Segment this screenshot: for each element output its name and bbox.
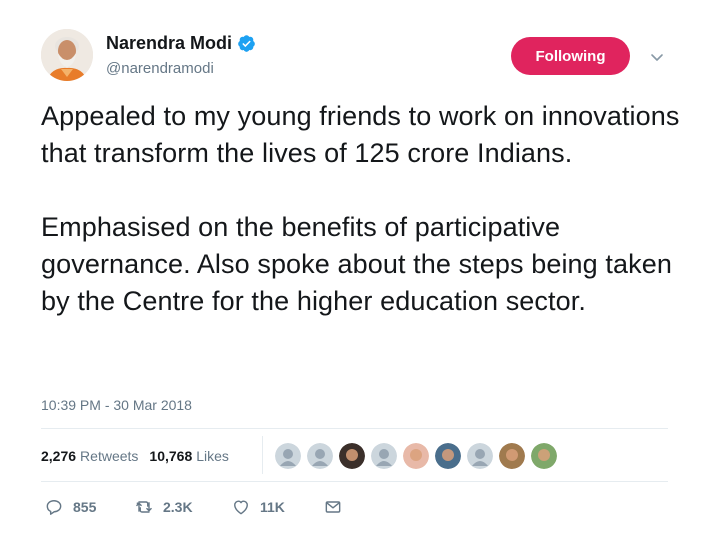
retweet-button[interactable]: 2.3K (134, 497, 231, 517)
following-button[interactable]: Following (511, 37, 630, 75)
liker-avatar[interactable] (275, 443, 301, 469)
tweet-text: Appealed to my young friends to work on … (41, 101, 680, 316)
like-count: 11K (260, 499, 285, 515)
divider-bottom (41, 481, 668, 482)
author-handle[interactable]: @narendramodi (106, 60, 214, 77)
liker-avatar[interactable] (467, 443, 493, 469)
tweet-timestamp[interactable]: 10:39 PM - 30 Mar 2018 (41, 397, 192, 413)
liker-avatar[interactable] (531, 443, 557, 469)
retweets-label: Retweets (80, 448, 139, 464)
chevron-down-icon[interactable] (648, 48, 666, 66)
retweets-stat[interactable]: 2,276 Retweets (41, 448, 138, 464)
author-avatar[interactable] (41, 29, 93, 81)
reply-button[interactable]: 855 (44, 497, 134, 517)
likes-count: 10,768 (149, 448, 193, 464)
verified-badge-icon (237, 34, 256, 53)
envelope-icon (325, 501, 341, 513)
like-button[interactable]: 11K (231, 497, 323, 517)
likes-stat[interactable]: 10,768 Likes (149, 448, 229, 464)
likers-avatar-list (275, 443, 563, 469)
retweet-icon (136, 501, 152, 513)
liker-avatar[interactable] (339, 443, 365, 469)
author-name-row[interactable]: Narendra Modi (106, 31, 256, 55)
reply-icon (46, 500, 62, 515)
direct-message-button[interactable] (323, 497, 343, 517)
stats-separator (262, 436, 263, 474)
liker-avatar[interactable] (307, 443, 333, 469)
divider-top (41, 428, 668, 429)
reply-count: 855 (73, 499, 97, 515)
liker-avatar[interactable] (435, 443, 461, 469)
likes-label: Likes (196, 448, 229, 464)
tweet-stats: 2,276 Retweets 10,768 Likes (41, 443, 229, 469)
heart-icon (234, 500, 248, 515)
liker-avatar[interactable] (371, 443, 397, 469)
tweet-actions: 855 2.3K 11K (44, 496, 343, 518)
retweet-count: 2.3K (163, 499, 193, 515)
liker-avatar[interactable] (499, 443, 525, 469)
retweets-count: 2,276 (41, 448, 77, 464)
liker-avatar[interactable] (403, 443, 429, 469)
author-name[interactable]: Narendra Modi (106, 33, 232, 54)
